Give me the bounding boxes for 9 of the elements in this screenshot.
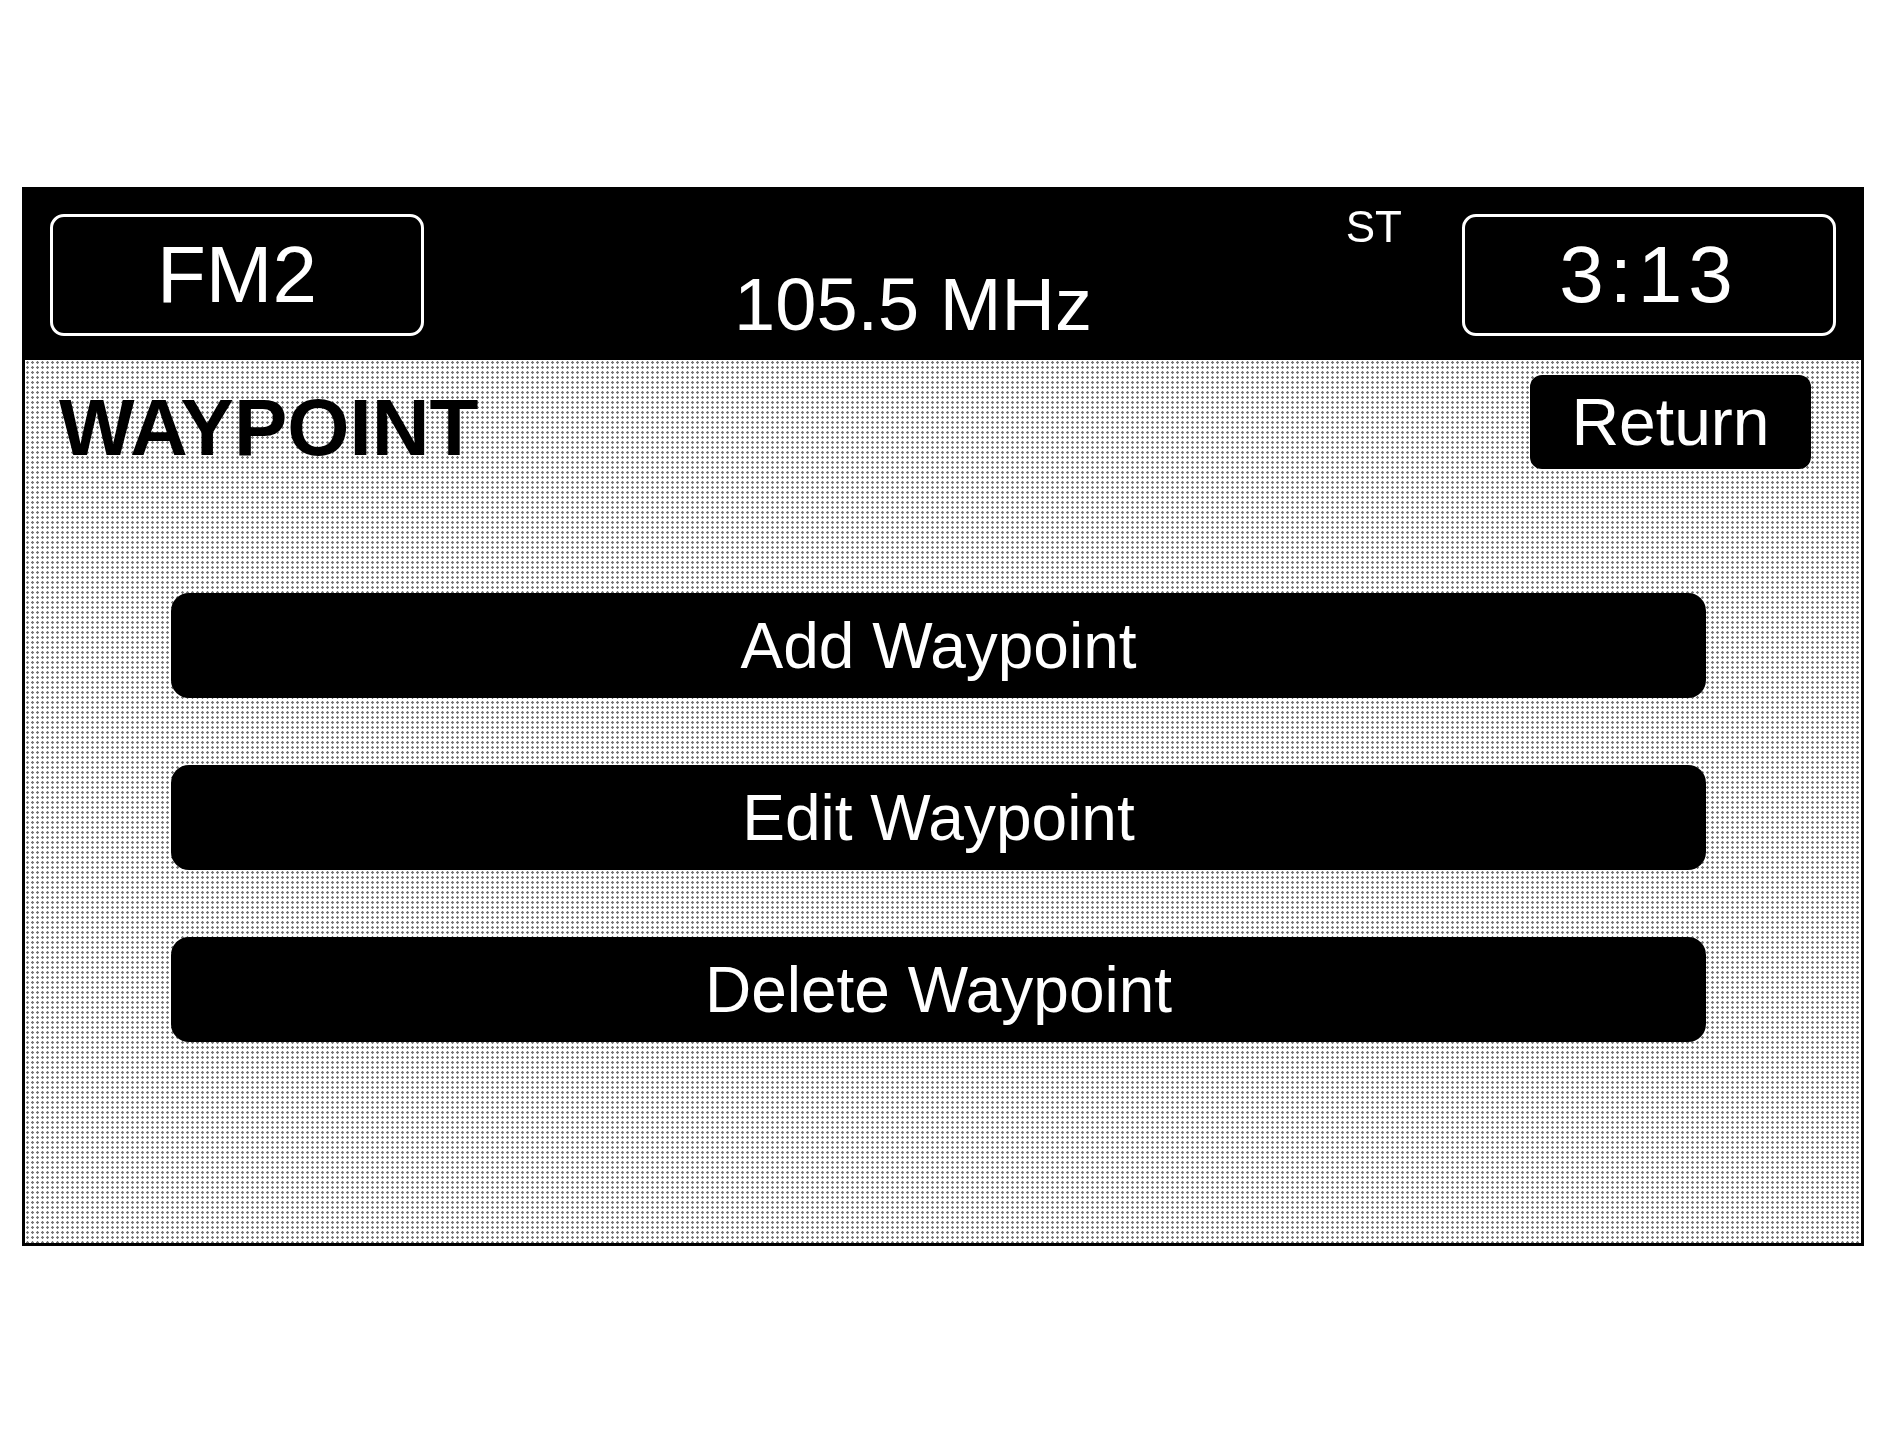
return-button[interactable]: Return xyxy=(1530,375,1811,469)
menu-button[interactable]: Add Waypoint xyxy=(171,593,1706,698)
stereo-indicator: ST xyxy=(1345,202,1402,252)
clock-display: 3:13 xyxy=(1462,214,1836,336)
menu-button[interactable]: Edit Waypoint xyxy=(171,765,1706,870)
band-display: FM2 xyxy=(50,214,424,336)
screen-title: WAYPOINT xyxy=(59,383,479,473)
menu-button[interactable]: Delete Waypoint xyxy=(171,937,1706,1042)
frequency-label: 105.5 MHz xyxy=(734,262,1092,348)
